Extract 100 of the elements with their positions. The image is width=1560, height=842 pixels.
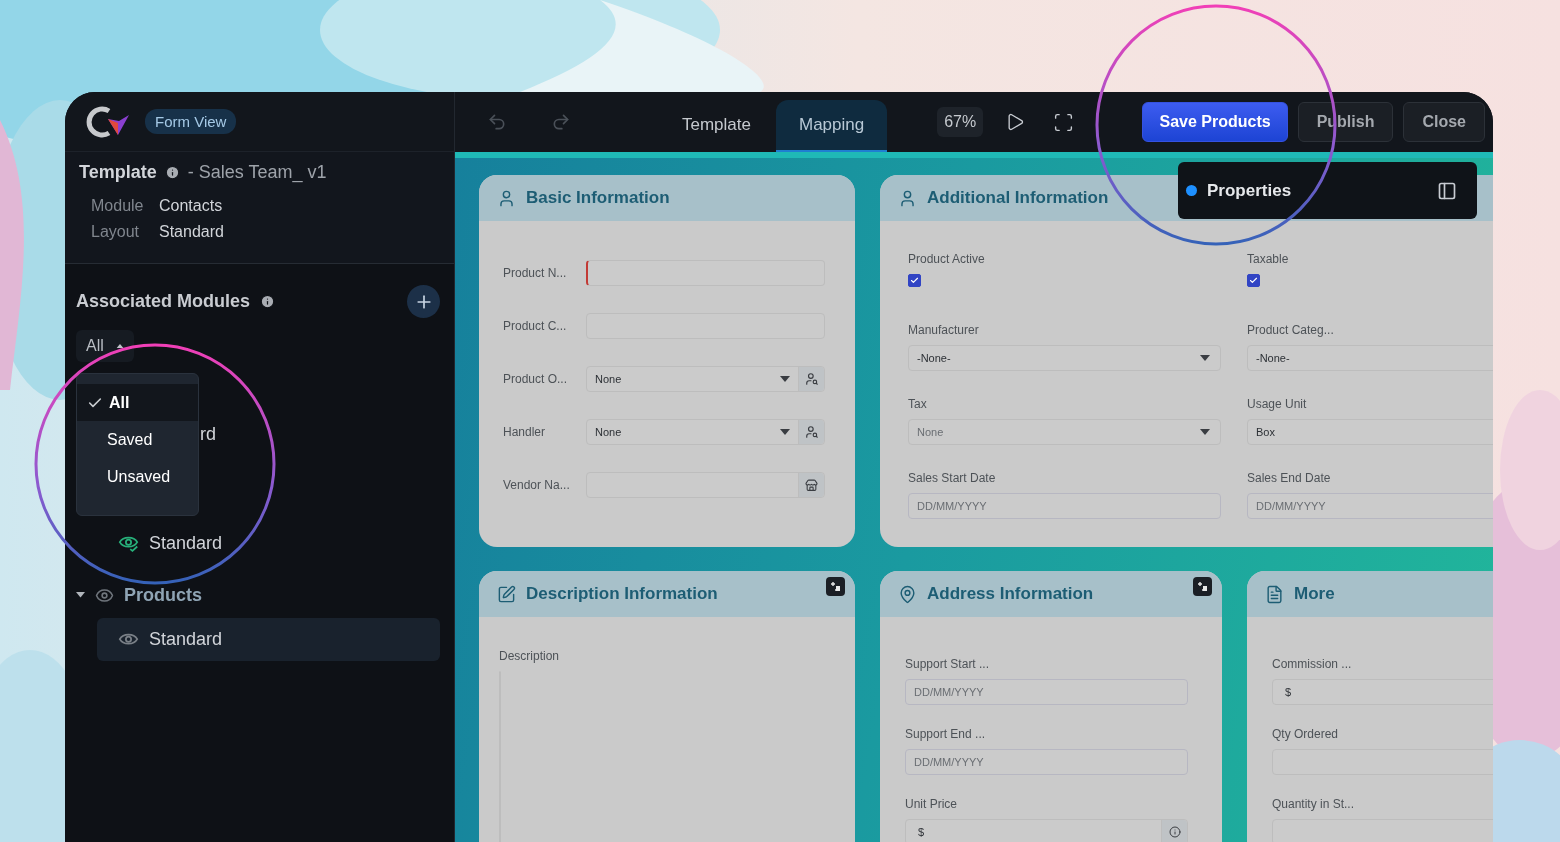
field-label: Product N... (503, 266, 568, 280)
redo-icon (551, 112, 571, 132)
layout-tree-item[interactable]: Standard (97, 520, 440, 566)
meta-label: Module (91, 197, 145, 215)
template-name: - Sales Team_ v1 (187, 162, 327, 183)
layout-tree-item[interactable]: Standard (97, 618, 440, 661)
panel-icon (1437, 180, 1457, 201)
field-label: Commission ... (1272, 657, 1353, 671)
zoom-level: 67% (937, 107, 984, 137)
user-search-button[interactable] (798, 367, 824, 391)
info-button[interactable] (1161, 820, 1187, 842)
location-pin-icon (898, 584, 917, 604)
field-label: Tax (908, 397, 928, 411)
currency-field[interactable]: $ (905, 819, 1188, 842)
layout-name: Standard (149, 532, 223, 554)
select-field[interactable]: -None- (1247, 345, 1493, 371)
field-label: Sales End Date (1247, 471, 1332, 485)
field-value: -None- (1256, 352, 1291, 364)
document-icon (1265, 584, 1284, 604)
currency-field[interactable]: $ (1272, 679, 1493, 705)
filter-dropdown[interactable]: All (76, 330, 134, 362)
info-icon (260, 294, 276, 309)
add-module-button[interactable] (407, 285, 440, 318)
person-icon (497, 188, 516, 208)
add-field-icon (830, 581, 841, 592)
status-dot (1186, 185, 1197, 196)
add-field-icon (1197, 581, 1208, 592)
field-label: Product Active (908, 252, 986, 266)
field-label: Support Start ... (905, 657, 991, 671)
meta-value: Contacts (159, 197, 223, 215)
layout-name: Standard (149, 629, 223, 650)
lookup-field[interactable] (586, 472, 825, 498)
field-label: Product O... (503, 372, 569, 386)
meta-label: Layout (91, 223, 141, 241)
caret-icon (76, 592, 85, 598)
filter-option[interactable]: All (77, 384, 198, 421)
check-icon (910, 276, 919, 285)
caret-icon (780, 376, 790, 382)
section-title: Basic Information (526, 188, 670, 208)
add-field-button[interactable] (826, 577, 845, 596)
logo-icon (85, 104, 129, 139)
date-field[interactable]: DD/MM/YYYY (908, 493, 1221, 519)
field-label: Quantity in St... (1272, 797, 1356, 811)
vendor-lookup-button[interactable] (798, 473, 824, 497)
edit-note-icon (497, 584, 516, 604)
add-field-button[interactable] (1193, 577, 1212, 596)
section-title: More (1294, 584, 1335, 604)
caret-icon (1200, 355, 1210, 361)
action-button[interactable]: Close (1403, 102, 1485, 142)
field-value: -None- (917, 352, 952, 364)
template-label: Template (79, 162, 157, 183)
field-label: Description (499, 649, 561, 663)
module-name: Products (124, 584, 202, 606)
section-heading: Associated Modules (76, 291, 251, 312)
text-field[interactable]: Box (1247, 419, 1493, 445)
date-field[interactable]: DD/MM/YYYY (905, 679, 1188, 705)
user-search-icon (804, 425, 819, 439)
view-tab[interactable]: Template (659, 100, 774, 152)
currency-symbol: $ (918, 826, 926, 838)
field-value: None (595, 373, 623, 385)
module-tree-item[interactable]: Products (76, 572, 440, 618)
save-button[interactable]: Save Products (1142, 102, 1288, 142)
undo-icon (487, 112, 507, 132)
filter-option[interactable]: Unsaved (77, 458, 198, 495)
text-field[interactable] (1272, 749, 1493, 775)
field-label: Support End ... (905, 727, 987, 741)
view-tab[interactable]: Mapping (776, 100, 888, 152)
field-label: Manufacturer (908, 323, 980, 337)
caret-icon (1200, 429, 1210, 435)
panel-title: Properties (1207, 180, 1292, 201)
field-label: Vendor Na... (503, 478, 571, 492)
checkbox[interactable] (1247, 274, 1260, 287)
view-badge: Form View (145, 109, 237, 134)
date-field[interactable]: DD/MM/YYYY (1247, 493, 1493, 519)
filter-option[interactable]: Saved (77, 421, 198, 458)
field-label: Sales Start Date (908, 471, 997, 485)
lookup-field[interactable]: None (586, 419, 825, 445)
user-search-button[interactable] (798, 420, 824, 444)
text-field[interactable] (586, 260, 825, 286)
field-label: Product C... (503, 319, 568, 333)
fullscreen-icon (1053, 111, 1075, 133)
field-label: Taxable (1247, 252, 1290, 266)
field-label: Unit Price (905, 797, 958, 811)
field-label: Usage Unit (1247, 397, 1308, 411)
user-search-icon (804, 372, 819, 386)
field-value: None (917, 426, 945, 438)
info-icon (1168, 826, 1181, 838)
checkbox[interactable] (908, 274, 921, 287)
meta-value: Standard (159, 223, 224, 241)
field-label: Qty Ordered (1272, 727, 1340, 741)
info-icon (164, 165, 180, 180)
select-field[interactable]: -None- (908, 345, 1221, 371)
section-title: Address Information (927, 584, 1094, 604)
field-label: Handler (503, 425, 547, 439)
date-field[interactable]: DD/MM/YYYY (905, 749, 1188, 775)
person-icon (898, 188, 917, 208)
store-icon (805, 478, 818, 492)
check-icon (1249, 276, 1258, 285)
section-title: Description Information (526, 584, 718, 604)
lookup-field[interactable]: None (586, 366, 825, 392)
